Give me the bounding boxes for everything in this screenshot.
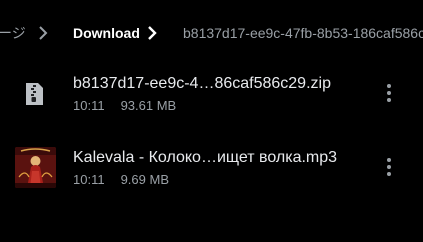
file-meta: 10:11 93.61 MB	[73, 98, 176, 114]
album-art-thumbnail	[15, 147, 56, 188]
file-row-mp3[interactable]: Kalevala - Колоко…ищет волка.mp3 10:11 9.…	[0, 134, 423, 202]
more-options-icon[interactable]	[380, 156, 398, 178]
chevron-right-icon	[39, 26, 48, 40]
file-name: b8137d17-ee9c-4…86caf586c29.zip	[73, 75, 331, 92]
more-options-icon[interactable]	[380, 82, 398, 104]
breadcrumb-item-folder[interactable]: b8137d17-ee9c-47fb-8b53-186caf586c29	[183, 24, 423, 42]
breadcrumb-item-download[interactable]: Download	[73, 24, 140, 42]
file-name: Kalevala - Колоко…ищет волка.mp3	[73, 149, 338, 166]
file-meta: 10:11 9.69 MB	[73, 172, 169, 188]
archive-file-icon	[26, 83, 43, 105]
file-row-zip[interactable]: b8137d17-ee9c-4…86caf586c29.zip 10:11 93.…	[0, 60, 423, 128]
breadcrumb-item-previous[interactable]: ージ	[0, 24, 26, 42]
file-time: 10:11	[73, 98, 105, 113]
file-time: 10:11	[73, 172, 105, 187]
file-size: 9.69 MB	[120, 172, 169, 187]
breadcrumb: ージ Download b8137d17-ee9c-47fb-8b53-186c…	[0, 0, 423, 64]
chevron-right-icon	[148, 26, 157, 40]
file-size: 93.61 MB	[120, 98, 177, 113]
